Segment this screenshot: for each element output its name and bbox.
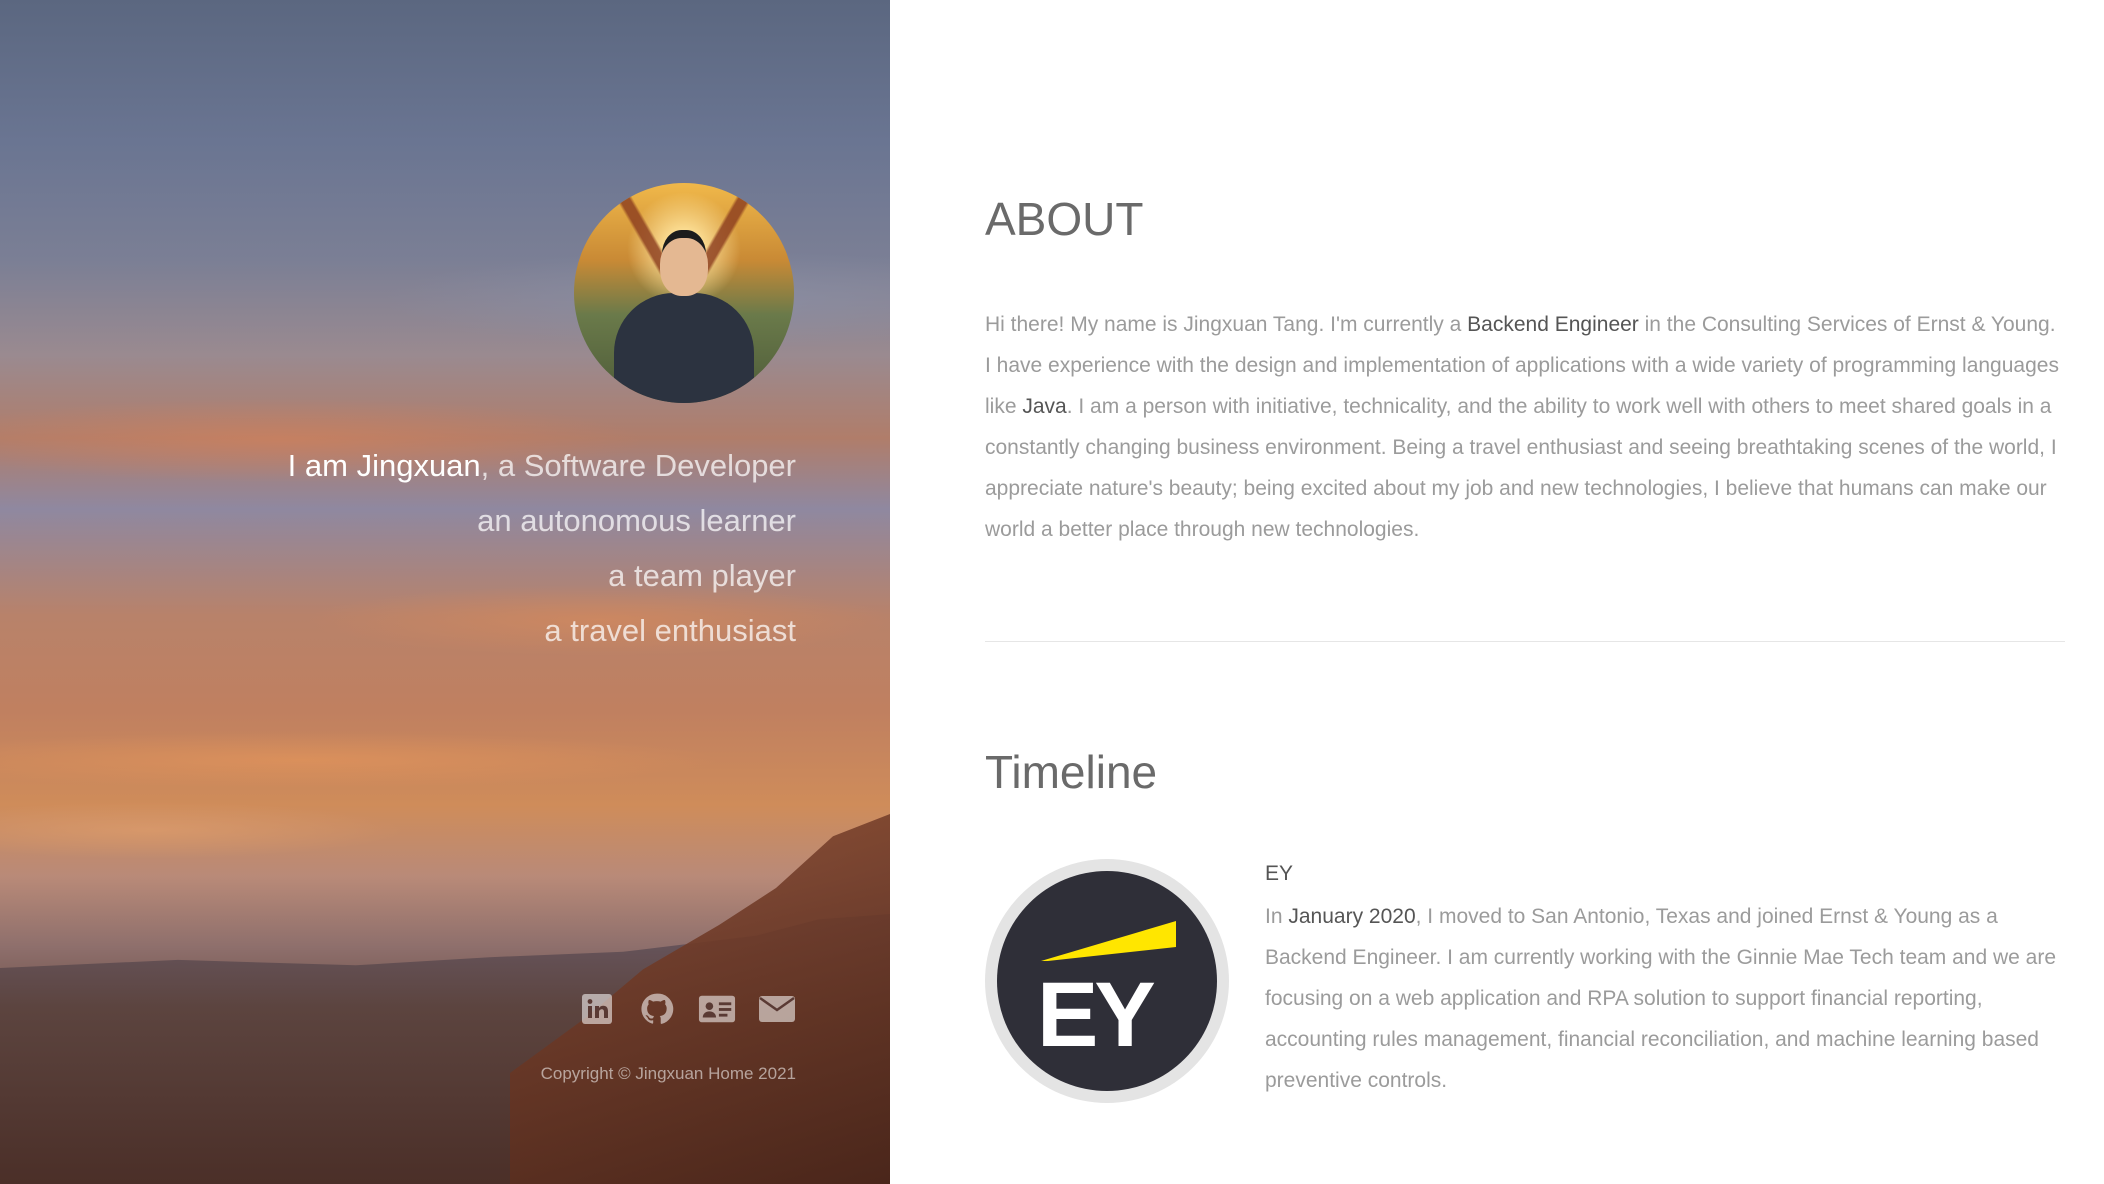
envelope-icon[interactable] bbox=[758, 990, 796, 1028]
timeline-item-date: January 2020 bbox=[1288, 905, 1416, 928]
linkedin-icon[interactable] bbox=[578, 990, 616, 1028]
intro-trait: a team player bbox=[608, 558, 796, 593]
intro-name: I am Jingxuan bbox=[287, 448, 481, 483]
about-heading: ABOUT bbox=[985, 193, 1144, 245]
about-paragraph: Hi there! My name is Jingxuan Tang. I'm … bbox=[985, 313, 2059, 541]
timeline-item-title: EY bbox=[1265, 862, 1294, 885]
intro-role: , a Software Developer bbox=[480, 448, 796, 483]
social-links bbox=[578, 990, 796, 1028]
about-highlight-language: Java bbox=[1022, 395, 1067, 418]
intro-line-1: I am Jingxuan, a Software Developer bbox=[288, 448, 796, 484]
section-divider bbox=[985, 641, 2065, 642]
ey-logo: EY bbox=[985, 859, 1229, 1103]
intro-trait: an autonomous learner bbox=[477, 503, 796, 538]
intro-trait: a travel enthusiast bbox=[544, 613, 796, 648]
ey-beam-icon bbox=[1041, 921, 1176, 961]
timeline-item-description: In January 2020, I moved to San Antonio,… bbox=[1265, 905, 2057, 1092]
about-highlight-role: Backend Engineer bbox=[1467, 313, 1639, 336]
ey-logo-text: EY bbox=[1037, 964, 1156, 1066]
github-icon[interactable] bbox=[638, 990, 676, 1028]
timeline-heading: Timeline bbox=[985, 746, 1158, 798]
avatar bbox=[574, 183, 794, 403]
contact-card-icon[interactable] bbox=[698, 990, 736, 1028]
copyright-text: Copyright © Jingxuan Home 2021 bbox=[540, 1064, 796, 1083]
